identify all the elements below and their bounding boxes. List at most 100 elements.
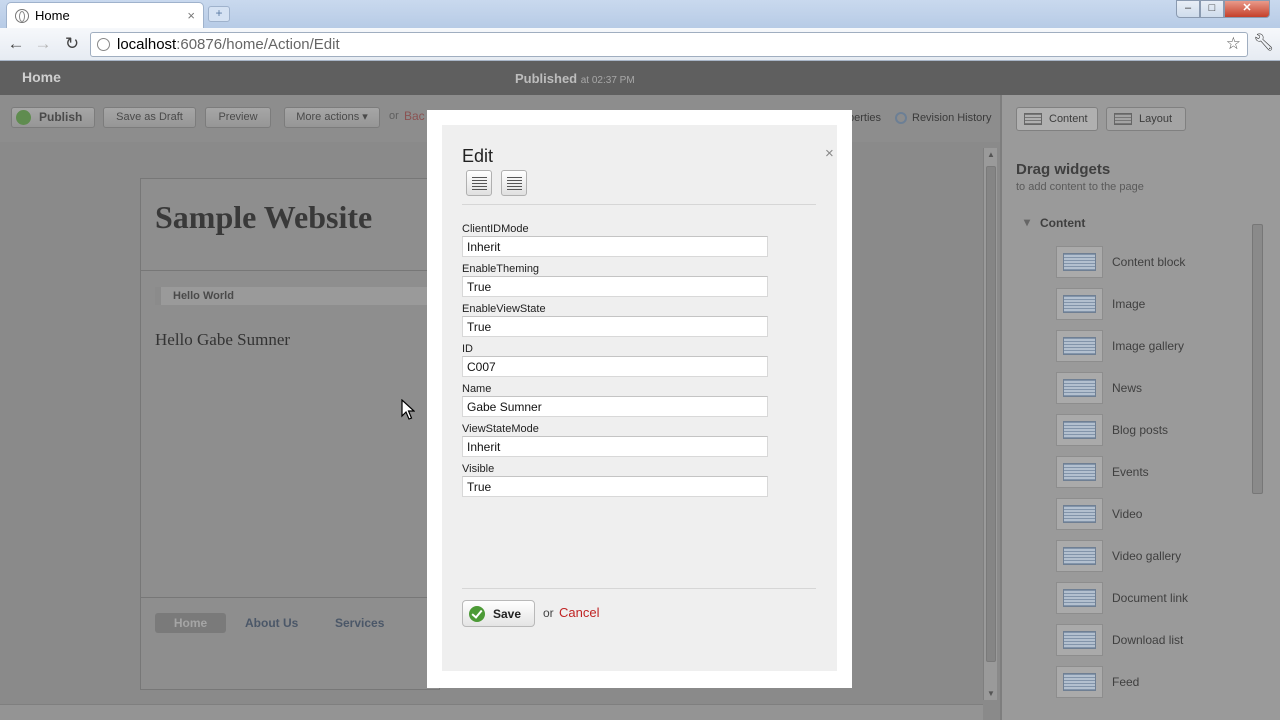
- property-visible: Visible: [462, 463, 768, 503]
- property-enableviewstate: EnableViewState: [462, 303, 768, 343]
- new-tab-button[interactable]: +: [208, 6, 230, 22]
- dialog-or: or: [543, 606, 554, 620]
- id-field[interactable]: [462, 356, 768, 377]
- viewstatemode-field[interactable]: [462, 436, 768, 457]
- tab-layout[interactable]: Layout: [1106, 107, 1186, 131]
- video-gallery-icon: [1056, 540, 1103, 572]
- widget-label: News: [1112, 381, 1143, 395]
- name-field[interactable]: [462, 396, 768, 417]
- close-icon[interactable]: ×: [825, 145, 834, 162]
- browser-toolbar: ← → ↻ localhost:60876/home/Action/Edit ☆: [0, 28, 1280, 61]
- page-preview: Sample Website Hello World Hello Gabe Su…: [140, 178, 441, 690]
- revision-history-icon: [895, 112, 907, 124]
- widget-label: Video: [1112, 507, 1143, 521]
- nav-about-us[interactable]: About Us: [245, 616, 298, 630]
- maximize-icon[interactable]: □: [1200, 0, 1224, 18]
- canvas-horizontal-scrollbar[interactable]: [0, 704, 983, 720]
- widget-group-label: Content: [1040, 216, 1086, 230]
- widget-group-content[interactable]: Content: [1024, 215, 1086, 230]
- property-grid: ClientIDMode EnableTheming EnableViewSta…: [462, 223, 768, 503]
- events-icon: [1056, 456, 1103, 488]
- panel-header: Drag widgets: [1016, 161, 1111, 178]
- visible-field[interactable]: [462, 476, 768, 497]
- address-bar[interactable]: localhost:60876/home/Action/Edit ☆: [90, 32, 1248, 57]
- widget-title-bar[interactable]: Hello World: [155, 287, 441, 305]
- categorized-icon: [507, 177, 522, 190]
- save-as-draft-button[interactable]: Save as Draft: [103, 107, 196, 128]
- property-clientidmode: ClientIDMode: [462, 223, 768, 263]
- reload-icon[interactable]: ↻: [61, 33, 83, 55]
- widget-label: Feed: [1112, 675, 1140, 689]
- site-title: Sample Website: [155, 199, 373, 235]
- widget-label: Image gallery: [1112, 339, 1185, 353]
- save-label: Save: [493, 606, 522, 621]
- widget-label: Document link: [1112, 591, 1189, 605]
- tab-content[interactable]: Content: [1016, 107, 1098, 131]
- header-divider: [141, 270, 441, 271]
- globe-icon: [15, 8, 29, 23]
- canvas-scrollbar[interactable]: ▲ ▼: [983, 148, 997, 700]
- revision-history-link[interactable]: Revision History: [912, 112, 991, 124]
- properties-link[interactable]: perties: [848, 112, 881, 124]
- back-arrow-icon[interactable]: ←: [5, 33, 27, 55]
- blog-posts-icon: [1056, 414, 1103, 446]
- tab-close-icon[interactable]: ×: [187, 8, 195, 23]
- window-close-icon[interactable]: ✕: [1224, 0, 1270, 18]
- footer-divider: [141, 597, 441, 598]
- bookmark-star-icon[interactable]: ☆: [1226, 34, 1241, 54]
- canvas-scroll-thumb[interactable]: [986, 166, 996, 662]
- save-button[interactable]: Save: [462, 600, 535, 627]
- cancel-link[interactable]: Cancel: [559, 605, 599, 620]
- forward-arrow-icon[interactable]: →: [32, 33, 54, 55]
- feed-icon: [1056, 666, 1103, 698]
- panel-subheader: to add content to the page: [1016, 181, 1144, 193]
- publish-status: Published at 02:37 PM: [515, 71, 635, 86]
- enabletheming-field[interactable]: [462, 276, 768, 297]
- news-icon: [1056, 372, 1103, 404]
- property-name: Name: [462, 383, 768, 423]
- back-link[interactable]: Bac: [404, 109, 425, 123]
- scroll-down-icon[interactable]: ▼: [984, 689, 998, 698]
- property-label: ViewStateMode: [462, 423, 539, 435]
- enableviewstate-field[interactable]: [462, 316, 768, 337]
- widgets-panel: Content Layout Drag widgets to add conte…: [1000, 95, 1280, 720]
- publish-button[interactable]: Publish: [11, 107, 95, 128]
- property-label: ID: [462, 343, 473, 355]
- clientidmode-field[interactable]: [462, 236, 768, 257]
- sort-categorized-button[interactable]: [501, 170, 527, 196]
- scroll-up-icon[interactable]: ▲: [984, 150, 998, 159]
- tab-layout-label: Layout: [1139, 113, 1173, 125]
- nav-home[interactable]: Home: [155, 613, 226, 633]
- widget-label: Download list: [1112, 633, 1184, 647]
- property-id: ID: [462, 343, 768, 383]
- widget-label: Video gallery: [1112, 549, 1182, 563]
- download-list-icon: [1056, 624, 1103, 656]
- property-label: Name: [462, 383, 492, 395]
- property-label: ClientIDMode: [462, 223, 529, 235]
- url-path: :60876/home/Action/Edit: [176, 36, 340, 53]
- content-block-icon: [1056, 246, 1103, 278]
- layout-tab-icon: [1114, 113, 1132, 125]
- breadcrumb-home[interactable]: Home: [22, 69, 61, 85]
- browser-tab[interactable]: Home ×: [6, 2, 204, 28]
- nav-services[interactable]: Services: [335, 616, 384, 630]
- preview-button[interactable]: Preview: [205, 107, 271, 128]
- tab-title: Home: [35, 8, 70, 23]
- page-info-icon[interactable]: [97, 38, 110, 51]
- property-label: EnableViewState: [462, 303, 546, 315]
- sort-alphabetical-button[interactable]: [466, 170, 492, 196]
- publish-label: Publish: [39, 110, 83, 124]
- widget-label: Blog posts: [1112, 423, 1169, 437]
- more-actions-button[interactable]: More actions ▾: [284, 107, 380, 128]
- panel-scrollbar[interactable]: [1252, 210, 1264, 692]
- panel-scroll-thumb[interactable]: [1252, 224, 1263, 494]
- property-enabletheming: EnableTheming: [462, 263, 768, 303]
- widget-label: Content block: [1112, 255, 1186, 269]
- minimize-icon[interactable]: ‒: [1176, 0, 1200, 18]
- widget-label: Image: [1112, 297, 1146, 311]
- status-time: at 02:37 PM: [580, 75, 635, 86]
- url-host: localhost: [117, 36, 177, 53]
- image-gallery-icon: [1056, 330, 1103, 362]
- wrench-icon[interactable]: 🔧︎: [1253, 33, 1275, 53]
- edit-dialog: × Edit ClientIDMode EnableTheming Enable…: [427, 110, 852, 688]
